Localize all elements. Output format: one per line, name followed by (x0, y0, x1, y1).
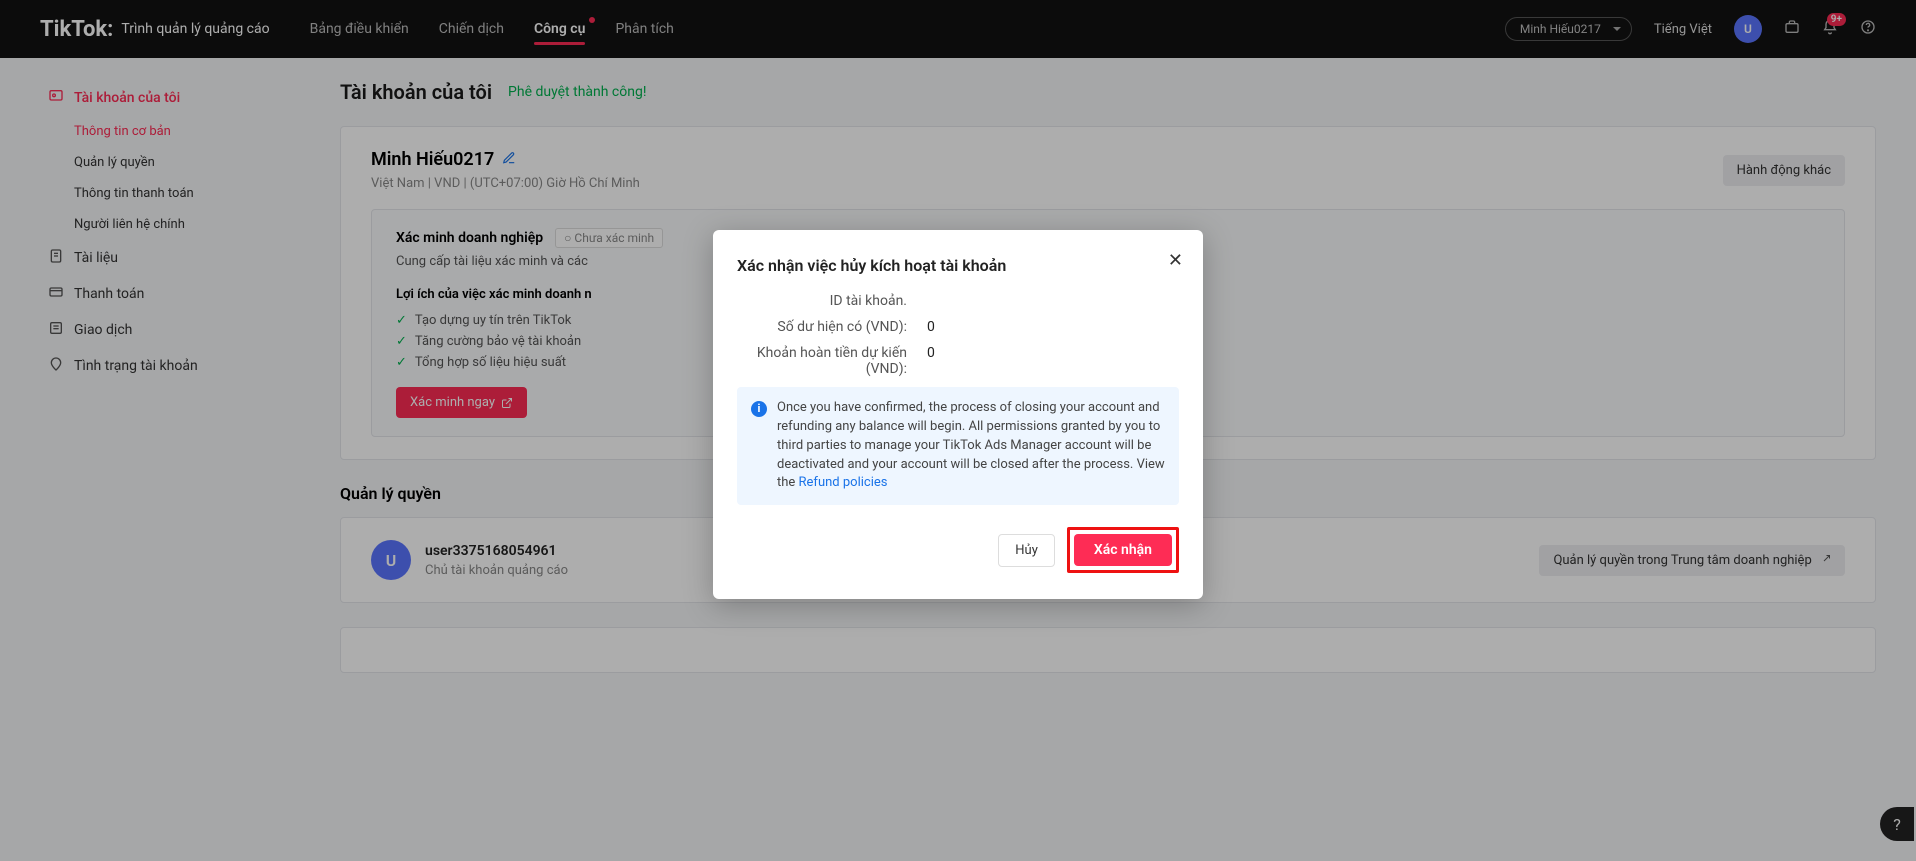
modal-info-box: i Once you have confirmed, the process o… (737, 387, 1179, 505)
modal-value-balance: 0 (927, 319, 935, 335)
confirm-button[interactable]: Xác nhận (1074, 534, 1172, 566)
modal-title: Xác nhận việc hủy kích hoạt tài khoản (737, 256, 1179, 275)
modal-overlay: Xác nhận việc hủy kích hoạt tài khoản ✕ … (0, 0, 1916, 861)
cancel-button[interactable]: Hủy (998, 534, 1055, 567)
confirm-highlight-box: Xác nhận (1067, 527, 1179, 573)
modal-value-refund: 0 (927, 345, 935, 377)
close-icon[interactable]: ✕ (1168, 250, 1183, 271)
info-icon: i (751, 401, 767, 417)
modal-label-refund: Khoản hoàn tiền dự kiến (VND): (737, 345, 907, 377)
deactivate-modal: Xác nhận việc hủy kích hoạt tài khoản ✕ … (713, 230, 1203, 599)
modal-label-balance: Số dư hiện có (VND): (737, 319, 907, 335)
refund-policies-link[interactable]: Refund policies (799, 475, 888, 490)
modal-label-account-id: ID tài khoản. (737, 293, 907, 309)
